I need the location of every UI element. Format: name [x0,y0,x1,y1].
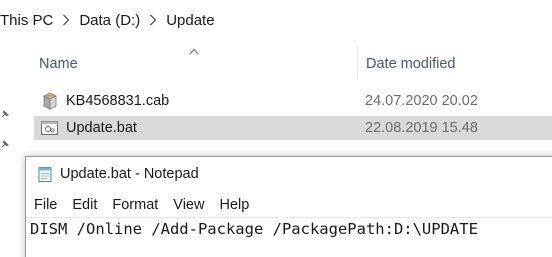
chevron-right-icon[interactable] [140,14,166,26]
sort-ascending-icon [189,42,199,60]
menu-format[interactable]: Format [104,193,165,217]
column-header-name[interactable]: Name [39,50,78,78]
file-name: Update.bat [66,120,137,136]
menu-file[interactable]: File [26,193,64,217]
menu-bar: File Edit Format View Help [26,193,552,217]
batch-file-icon [40,119,60,137]
column-divider[interactable] [357,46,358,79]
screenshot: This PC Data (D:) Update Name Date modif… [0,0,552,257]
breadcrumb: This PC Data (D:) Update [0,0,552,40]
text-editor[interactable]: DISM /Online /Add-Package /PackagePath:D… [26,217,552,257]
editor-content[interactable]: DISM /Online /Add-Package /PackagePath:D… [30,220,478,238]
notepad-window[interactable]: Update.bat - Notepad File Edit Format Vi… [25,156,552,257]
cabinet-file-icon [40,92,60,110]
file-name: KB4568831.cab [66,93,170,109]
pin-icon[interactable] [0,136,10,148]
breadcrumb-data-drive[interactable]: Data (D:) [79,12,140,29]
breadcrumb-update[interactable]: Update [166,12,214,29]
file-row-kb4568831-cab[interactable]: KB4568831.cab 24.07.2020 20.02 [34,89,552,113]
menu-edit[interactable]: Edit [64,193,104,217]
breadcrumb-this-pc[interactable]: This PC [0,12,53,29]
column-header-date-modified[interactable]: Date modified [366,50,455,78]
chevron-right-icon[interactable] [53,14,79,26]
file-row-update-bat[interactable]: Update.bat 22.08.2019 15.48 [34,116,552,140]
menu-view[interactable]: View [165,193,211,217]
file-date-modified: 22.08.2019 15.48 [365,120,478,136]
notepad-title-bar[interactable]: Update.bat - Notepad [26,157,552,191]
menu-help[interactable]: Help [211,193,256,217]
pin-icon[interactable] [0,106,10,118]
notepad-title: Update.bat - Notepad [60,166,199,182]
notepad-icon [36,165,54,183]
file-date-modified: 24.07.2020 20.02 [365,93,478,109]
